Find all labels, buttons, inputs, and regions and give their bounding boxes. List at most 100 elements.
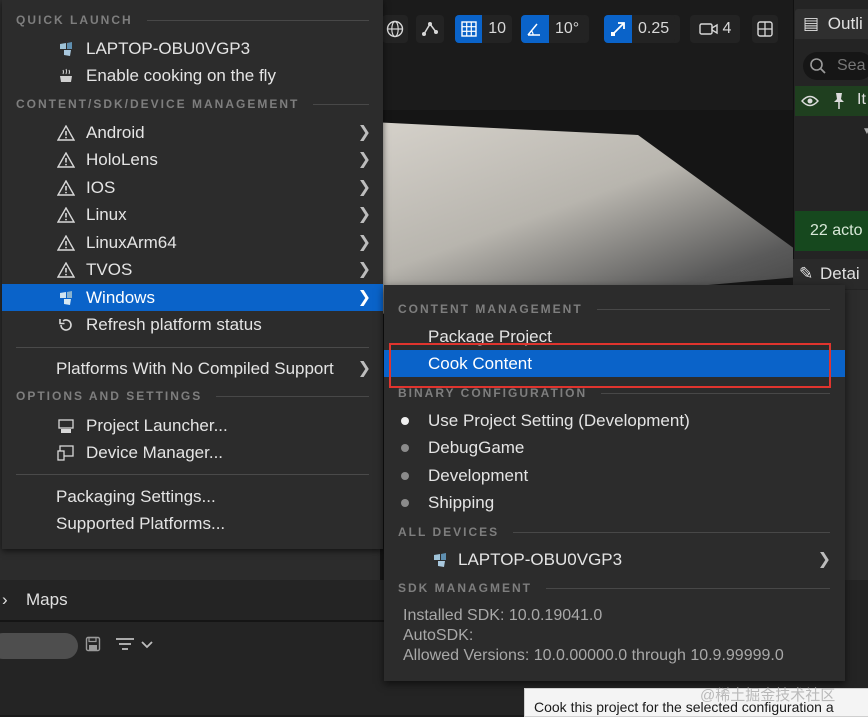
device-manager-item[interactable]: Device Manager... (54, 439, 364, 466)
warning-icon (54, 201, 78, 228)
enable-cooking-on-fly-item[interactable]: Enable cooking on the fly (54, 62, 364, 89)
binary-config-development[interactable]: Development (398, 462, 828, 489)
platform-item-windows[interactable]: Windows ❯ (2, 284, 383, 311)
binary-config-label: Shipping (428, 493, 495, 512)
auto-sdk-text: AutoSDK: (403, 627, 474, 644)
device-manager-label: Device Manager... (86, 443, 224, 462)
windows-platform-icon (428, 546, 452, 573)
watermark-text: @稀土掘金技术社区 (700, 687, 836, 704)
quick-launch-header: QUICK LAUNCH (16, 13, 369, 27)
platform-item-hololens[interactable]: HoloLens ❯ (54, 146, 383, 173)
item-label-column: It (857, 91, 866, 108)
platform-label: Android (86, 123, 145, 142)
sdk-management-header: SDK MANAGMENT (398, 581, 830, 595)
allowed-versions-text: Allowed Versions: 10.0.00000.0 through 1… (403, 647, 784, 664)
platform-item-android[interactable]: Android ❯ (54, 119, 383, 146)
outliner-collapse-arrow-icon[interactable]: ▼ (862, 126, 868, 137)
refresh-label: Refresh platform status (86, 315, 262, 334)
platform-label: Windows (86, 288, 155, 307)
platform-item-tvos[interactable]: TVOS ❯ (54, 256, 383, 283)
scale-snap-value: 0.25 (632, 15, 676, 43)
surface-snap-icon (422, 22, 438, 36)
platform-label: HoloLens (86, 150, 158, 169)
grid-snap-button[interactable]: 10 (455, 15, 512, 43)
warning-icon (54, 256, 78, 283)
outliner-search-input[interactable]: Sea (803, 52, 868, 80)
camera-icon (698, 23, 718, 35)
binary-config-shipping[interactable]: Shipping (398, 489, 828, 516)
quick-launch-device-item[interactable]: LAPTOP-OBU0VGP3 (54, 35, 364, 62)
rotation-snap-button[interactable]: 10° (521, 15, 589, 43)
outliner-tab[interactable]: ▤ Outli (795, 9, 868, 39)
device-item-laptop[interactable]: LAPTOP-OBU0VGP3 ❯ (428, 546, 835, 573)
platform-label: IOS (86, 178, 116, 197)
radio-selected-icon (401, 417, 409, 425)
supported-platforms-label: Supported Platforms... (56, 514, 226, 533)
warning-icon (54, 174, 78, 201)
outliner-tab-label: Outli (827, 14, 863, 33)
platform-label: TVOS (86, 260, 133, 279)
platform-label: LinuxArm64 (86, 233, 177, 252)
platform-item-linuxarm64[interactable]: LinuxArm64 ❯ (54, 229, 383, 256)
surface-snapping-button[interactable] (416, 15, 444, 43)
binary-config-label: Use Project Setting (Development) (428, 411, 690, 430)
content-management-header: CONTENT MANAGEMENT (398, 302, 830, 316)
chevron-right-icon: ❯ (817, 551, 831, 568)
actor-count-bar: 22 acto (795, 211, 868, 251)
filter-icon[interactable] (115, 636, 155, 657)
details-tab-label: Detai (819, 264, 860, 283)
all-devices-header: ALL DEVICES (398, 525, 830, 539)
camera-speed-button[interactable]: 4 (690, 15, 740, 43)
scale-snap-button[interactable]: 0.25 (604, 15, 680, 43)
camera-speed-value: 4 (722, 20, 732, 37)
warning-icon (54, 119, 78, 146)
binary-config-project-setting[interactable]: Use Project Setting (Development) (398, 407, 828, 434)
divider (0, 620, 400, 622)
device-manager-icon (54, 439, 78, 466)
project-launcher-icon (54, 412, 78, 439)
installed-sdk-text: Installed SDK: 10.0.19041.0 (403, 607, 603, 624)
maps-label: Maps (26, 590, 68, 609)
chevron-right-icon: ❯ (357, 206, 371, 223)
chevron-right-icon: ❯ (357, 289, 371, 306)
warning-icon (54, 146, 78, 173)
chevron-right-icon: › (2, 590, 8, 609)
layout-grid-icon (757, 21, 773, 37)
grid-snap-value: 10 (482, 15, 512, 43)
chevron-right-icon: ❯ (357, 124, 371, 141)
device-label: LAPTOP-OBU0VGP3 (458, 550, 623, 569)
chevron-right-icon: ❯ (357, 151, 371, 168)
outliner-icon: ▤ (803, 14, 820, 33)
platforms-menu: QUICK LAUNCH LAPTOP-OBU0VGP3 Enable cook… (2, 0, 383, 549)
radio-unselected-icon (401, 472, 409, 480)
details-icon: ✎ (799, 264, 814, 283)
actor-count-text: 22 acto (810, 222, 863, 239)
windows-platform-icon (54, 284, 78, 311)
angle-icon (521, 15, 549, 43)
filter-search-input[interactable] (0, 633, 78, 659)
options-and-settings-header: OPTIONS AND SETTINGS (16, 389, 369, 403)
maps-section-header[interactable]: › Maps (0, 583, 400, 617)
chevron-right-icon: ❯ (357, 360, 371, 377)
viewport-layout-button[interactable] (752, 15, 778, 43)
binary-config-label: DebugGame (428, 438, 525, 457)
rotation-snap-value: 10° (549, 15, 586, 43)
packaging-settings-item[interactable]: Packaging Settings... (56, 483, 366, 510)
refresh-platform-status-item[interactable]: Refresh platform status (54, 311, 364, 338)
globe-icon (386, 20, 404, 38)
pin-icon[interactable] (832, 92, 846, 110)
radio-unselected-icon (401, 444, 409, 452)
chevron-right-icon: ❯ (357, 234, 371, 251)
binary-configuration-header: BINARY CONFIGURATION (398, 386, 830, 400)
binary-config-debuggame[interactable]: DebugGame (398, 434, 828, 461)
supported-platforms-item[interactable]: Supported Platforms... (56, 510, 366, 537)
save-icon[interactable] (85, 636, 101, 657)
platform-item-ios[interactable]: IOS ❯ (54, 174, 383, 201)
platform-item-linux[interactable]: Linux ❯ (54, 201, 383, 228)
platforms-no-compiled-support-item[interactable]: Platforms With No Compiled Support ❯ (56, 355, 383, 382)
world-local-toggle-button[interactable] (382, 15, 408, 43)
eye-icon[interactable] (801, 94, 819, 108)
windows-platform-icon (54, 35, 78, 62)
project-launcher-item[interactable]: Project Launcher... (54, 412, 364, 439)
binary-config-label: Development (428, 466, 529, 485)
